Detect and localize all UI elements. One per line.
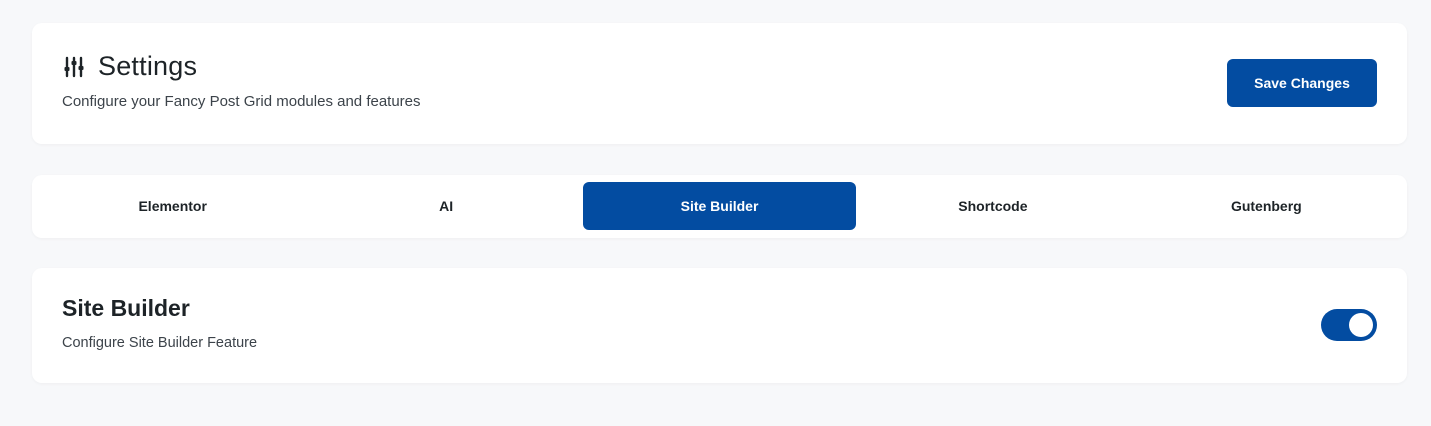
page-subtitle: Configure your Fancy Post Grid modules a… <box>62 93 421 110</box>
tab-ai[interactable]: AI <box>309 182 582 230</box>
tab-elementor[interactable]: Elementor <box>36 182 309 230</box>
title-row: Settings <box>62 51 197 82</box>
site-builder-toggle[interactable] <box>1321 309 1377 341</box>
sliders-icon <box>62 55 86 79</box>
settings-header-card: Settings Configure your Fancy Post Grid … <box>32 23 1407 144</box>
tab-gutenberg[interactable]: Gutenberg <box>1130 182 1403 230</box>
site-builder-feature-card: Site Builder Configure Site Builder Feat… <box>32 268 1407 383</box>
toggle-knob <box>1349 313 1373 337</box>
save-changes-button[interactable]: Save Changes <box>1227 59 1377 107</box>
tab-shortcode[interactable]: Shortcode <box>856 182 1129 230</box>
feature-description: Configure Site Builder Feature <box>62 335 258 351</box>
feature-title: Site Builder <box>62 295 190 321</box>
tabs-card: Elementor AI Site Builder Shortcode Gute… <box>32 175 1407 238</box>
tab-site-builder[interactable]: Site Builder <box>582 182 857 230</box>
tab-bar: Elementor AI Site Builder Shortcode Gute… <box>36 182 1403 230</box>
page-title: Settings <box>98 51 198 81</box>
